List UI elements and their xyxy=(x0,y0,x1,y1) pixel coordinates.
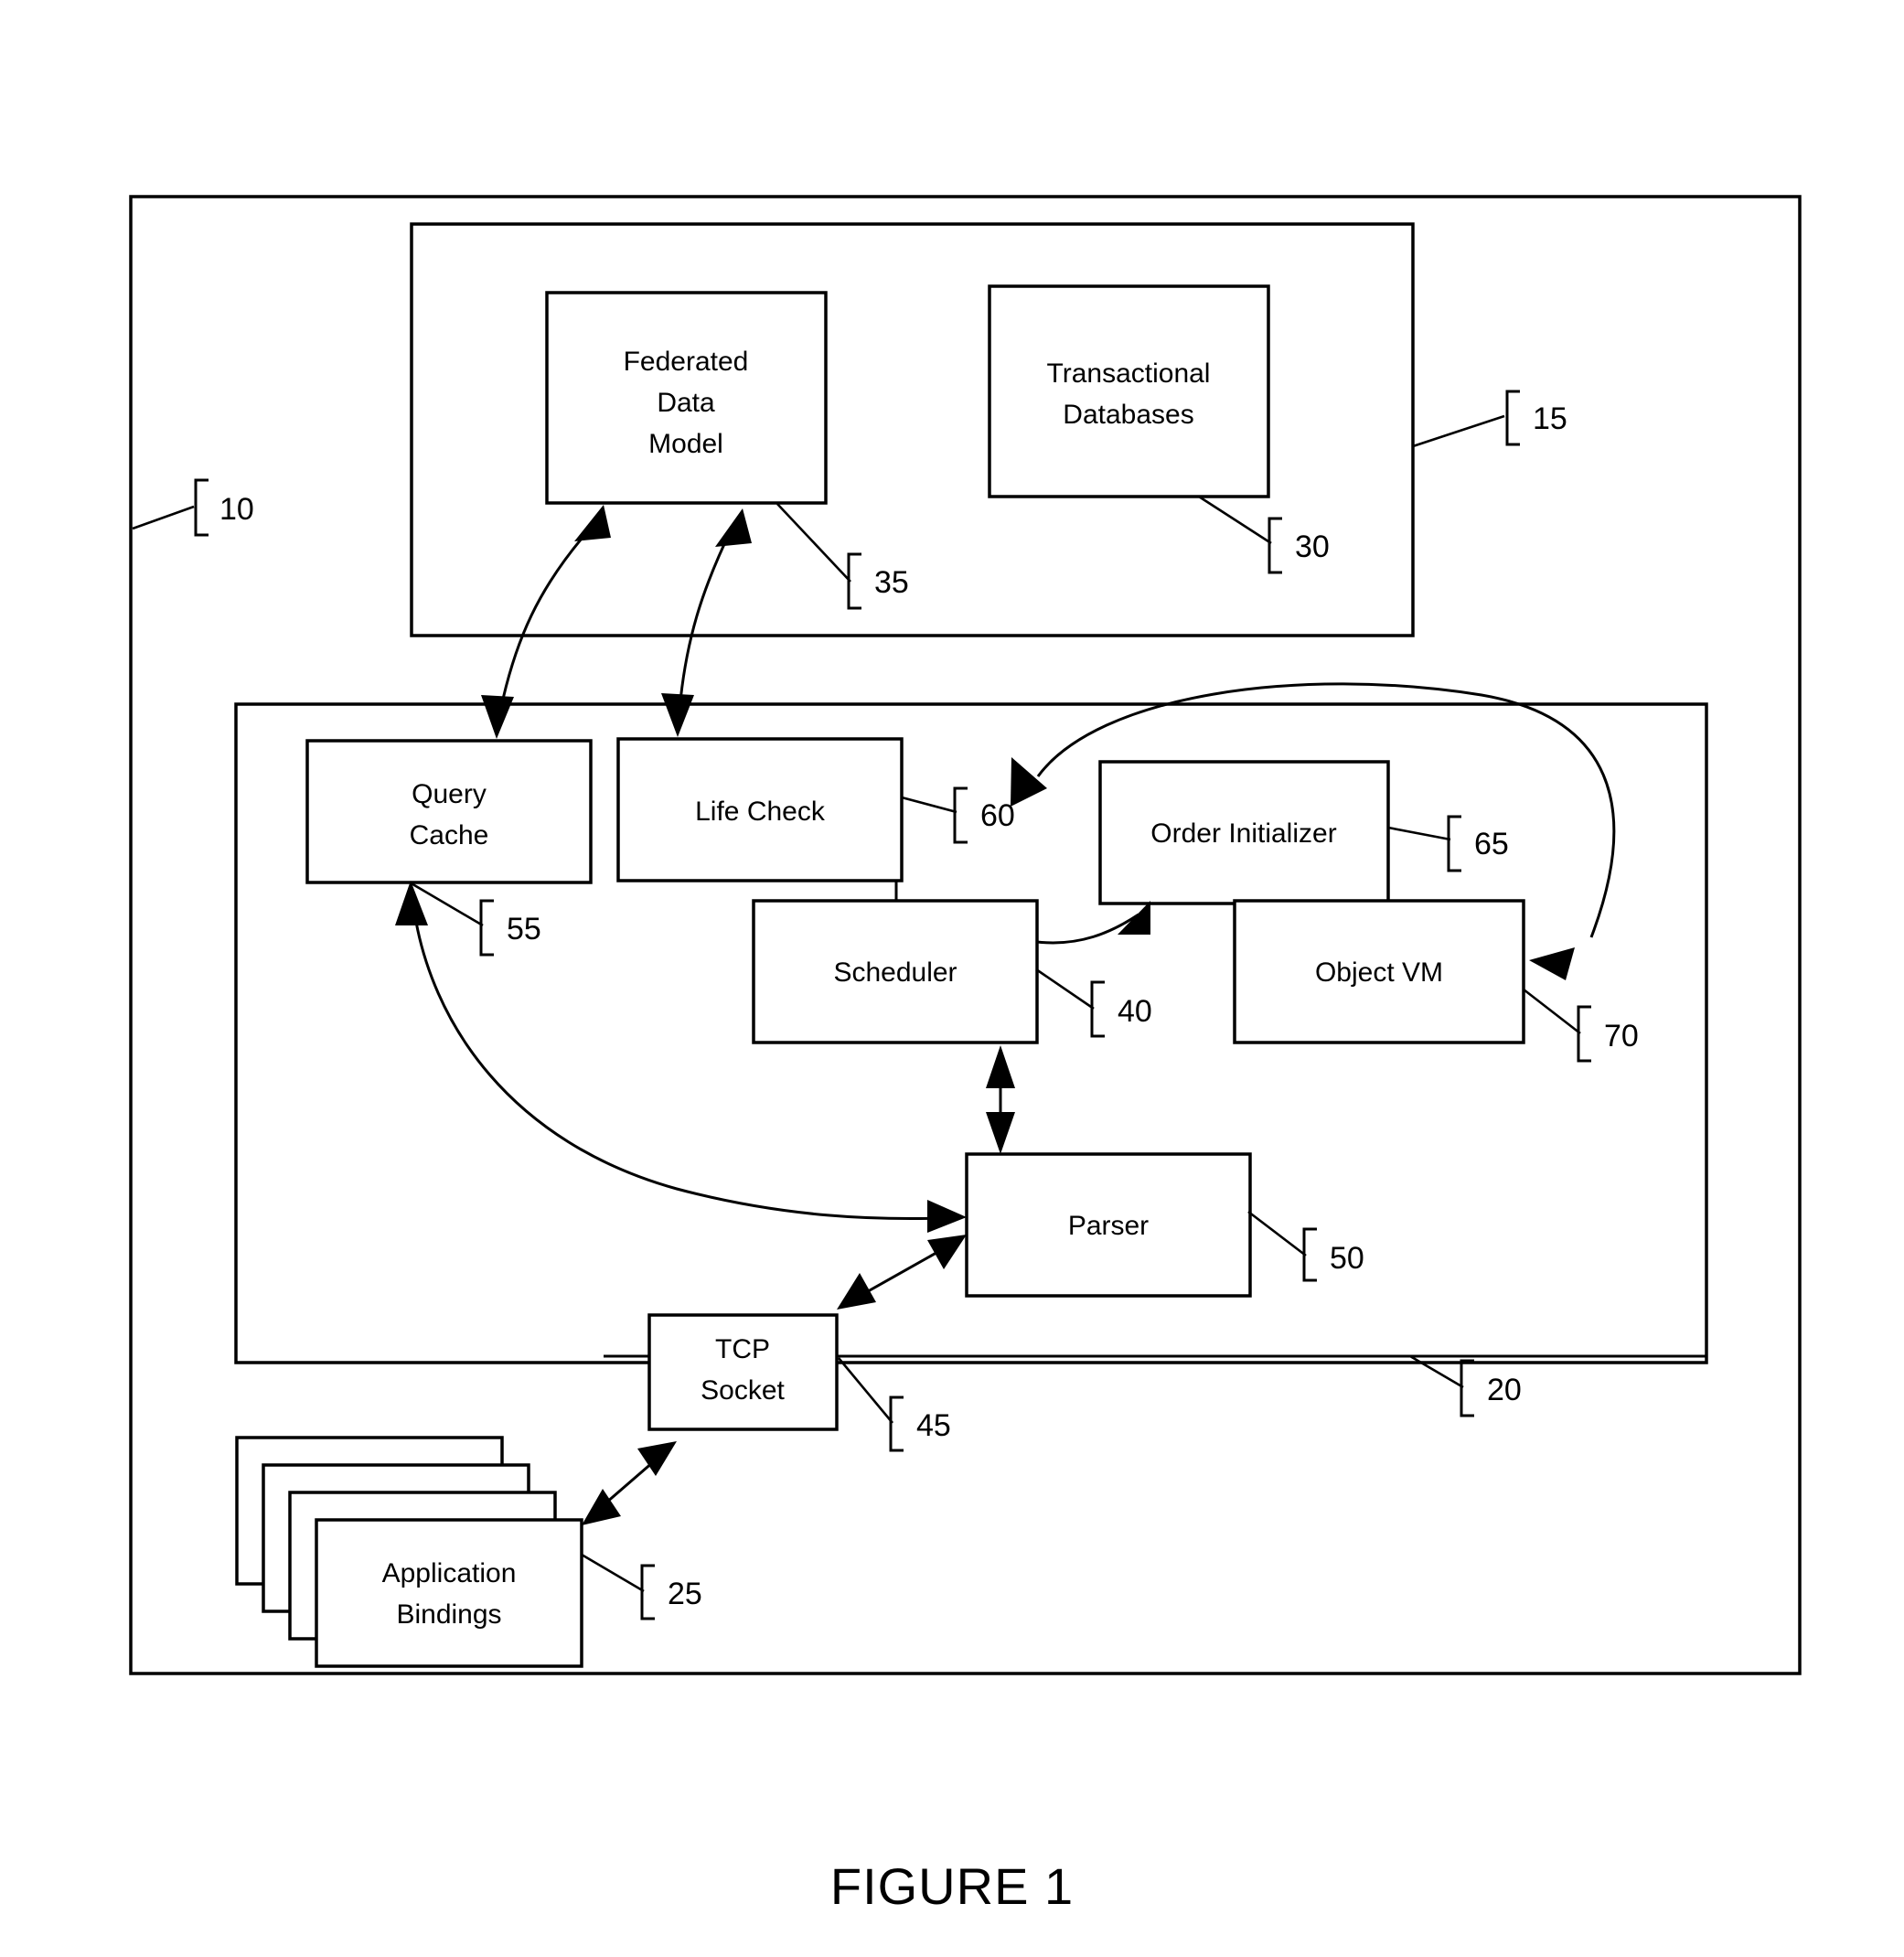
ref-label-30: 30 xyxy=(1295,529,1330,564)
leader-40 xyxy=(1035,968,1095,1011)
bracket-70 xyxy=(1577,1005,1591,1063)
bracket-10 xyxy=(194,478,209,537)
label-federated-data-model-line2: Data xyxy=(657,388,715,418)
box-transactional-databases[interactable] xyxy=(988,284,1270,498)
leader-50 xyxy=(1247,1210,1307,1257)
label-query-cache-line2: Cache xyxy=(410,820,489,850)
leader-30 xyxy=(1198,495,1272,545)
bracket-25 xyxy=(640,1564,655,1620)
label-application-bindings-line1: Application xyxy=(382,1558,517,1588)
arrowhead-down-to-life-check xyxy=(661,693,694,737)
leader-45 xyxy=(838,1357,893,1424)
ref-label-40: 40 xyxy=(1118,994,1152,1029)
arrowhead-right-to-parser xyxy=(927,1200,967,1233)
ref-label-25: 25 xyxy=(668,1577,702,1611)
bracket-40 xyxy=(1090,980,1105,1038)
box-query-cache[interactable] xyxy=(305,739,593,884)
label-order-initializer: Order Initializer xyxy=(1150,818,1336,849)
label-object-vm: Object VM xyxy=(1315,957,1443,988)
arrowhead-down-to-parser xyxy=(986,1112,1015,1154)
ref-label-55: 55 xyxy=(507,912,541,946)
leader-70 xyxy=(1523,988,1581,1035)
ref-label-65: 65 xyxy=(1474,827,1509,861)
bracket-60 xyxy=(953,786,968,844)
label-transactional-databases-line1: Transactional xyxy=(1047,358,1211,389)
label-transactional-databases-line2: Databases xyxy=(1063,400,1193,430)
leader-25 xyxy=(581,1553,645,1593)
arrowhead-up-to-scheduler xyxy=(986,1045,1015,1088)
label-application-bindings-line2: Bindings xyxy=(396,1599,501,1630)
ref-label-10: 10 xyxy=(219,492,254,527)
arrowhead-down-left-loop xyxy=(1011,757,1047,807)
leader-65 xyxy=(1387,826,1451,841)
arrowhead-upright-to-parser xyxy=(927,1235,967,1269)
label-federated-data-model-line3: Model xyxy=(648,429,723,459)
label-parser: Parser xyxy=(1068,1211,1149,1241)
ref-label-50: 50 xyxy=(1330,1241,1364,1276)
bracket-65 xyxy=(1447,815,1461,872)
label-life-check: Life Check xyxy=(695,797,826,827)
label-scheduler: Scheduler xyxy=(833,957,957,988)
label-federated-data-model-line1: Federated xyxy=(624,347,749,377)
arrowhead-up-to-fdm xyxy=(574,505,611,541)
leader-15 xyxy=(1412,414,1505,448)
arrowhead-up-to-query-cache2 xyxy=(395,881,428,925)
ref-label-60: 60 xyxy=(980,798,1015,833)
label-tcp-socket-line2: Socket xyxy=(701,1375,785,1406)
leader-20 xyxy=(1409,1354,1464,1389)
leader-10 xyxy=(132,505,195,530)
bracket-55 xyxy=(479,899,494,957)
label-tcp-socket-line1: TCP xyxy=(715,1334,770,1364)
bracket-30 xyxy=(1268,517,1282,574)
arrowhead-down-to-query-cache xyxy=(481,695,514,739)
arrowhead-left-to-object-vm xyxy=(1529,947,1575,980)
bracket-15 xyxy=(1505,390,1520,446)
leader-60 xyxy=(901,796,957,814)
ref-label-15: 15 xyxy=(1533,401,1567,436)
ref-label-70: 70 xyxy=(1604,1019,1639,1053)
patent-figure-page: 10 15 20 25 30 35 40 45 50 55 60 65 70 F… xyxy=(0,0,1904,1957)
arrowhead-up-to-datalayer xyxy=(715,508,752,547)
connector-fdm-to-query-cache xyxy=(497,525,594,722)
ref-label-20: 20 xyxy=(1487,1373,1522,1407)
arrowhead-up-to-order-initializer xyxy=(1118,901,1150,935)
figure-canvas: 10 15 20 25 30 35 40 45 50 55 60 65 70 F… xyxy=(129,195,1802,1915)
ref-label-35: 35 xyxy=(874,565,909,600)
bracket-45 xyxy=(889,1396,904,1452)
connector-fdm-to-life-check xyxy=(677,528,733,723)
ref-label-45: 45 xyxy=(916,1408,951,1443)
leader-35 xyxy=(776,503,851,583)
box-tcp-socket[interactable] xyxy=(647,1313,839,1431)
bracket-20 xyxy=(1460,1359,1474,1417)
label-query-cache-line1: Query xyxy=(412,779,487,809)
box-application-bindings[interactable] xyxy=(315,1518,583,1668)
figure-caption: FIGURE 1 xyxy=(830,1857,1074,1915)
